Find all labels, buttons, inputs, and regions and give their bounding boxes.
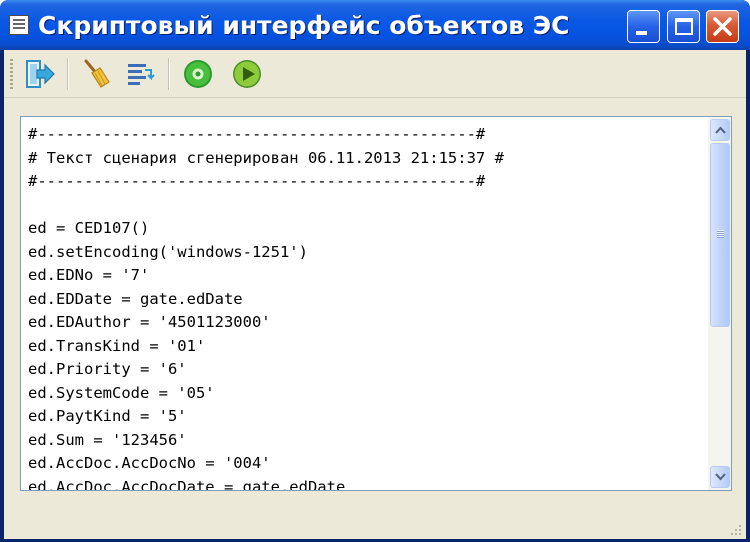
scrollbar-thumb[interactable] — [710, 143, 730, 327]
toolbar-separator — [168, 58, 169, 90]
play-icon — [233, 60, 261, 88]
code-line: ed = CED107() — [28, 219, 150, 237]
status-bar — [4, 515, 746, 539]
toolbar-separator — [67, 58, 68, 90]
minimize-button[interactable] — [627, 10, 660, 43]
code-line: ed.Priority = '6' — [28, 360, 187, 378]
vertical-scrollbar[interactable] — [707, 117, 731, 490]
toolbar-grip[interactable] — [10, 59, 13, 89]
code-line: ed.EDDate = gate.edDate — [28, 289, 243, 308]
window-title: Скриптовый интерфейс объектов ЭС — [38, 11, 570, 40]
format-lines-icon — [128, 64, 155, 85]
script-editor[interactable]: #---------------------------------------… — [20, 116, 732, 491]
thumb-grip-icon — [717, 230, 724, 238]
maximize-button[interactable] — [667, 10, 700, 43]
code-line: ed.AccDoc.AccDocNo = '004' — [28, 454, 271, 472]
code-line: ed.TransKind = '01' — [28, 336, 206, 355]
scroll-down-button[interactable] — [710, 466, 730, 488]
run-button[interactable] — [231, 58, 263, 90]
code-line: ed.SystemCode = '05' — [28, 383, 215, 402]
code-line: # Текст сценария сгенерирован 06.11.2013… — [28, 148, 504, 167]
clear-button[interactable] — [80, 58, 112, 90]
close-button[interactable] — [706, 10, 739, 43]
code-line: #---------------------------------------… — [28, 125, 486, 143]
code-line: ed.AccDoc.AccDocDate = gate.edDate — [28, 477, 346, 491]
resize-grip-icon[interactable] — [730, 524, 742, 536]
toolbar — [4, 50, 746, 98]
record-button[interactable] — [182, 58, 214, 90]
code-line: ed.EDNo = '7' — [28, 266, 150, 284]
close-icon — [713, 17, 732, 36]
code-line: ed.EDAuthor = '4501123000' — [28, 313, 271, 331]
app-icon[interactable] — [9, 15, 29, 35]
chevron-down-icon — [715, 473, 726, 481]
script-text[interactable]: #---------------------------------------… — [28, 123, 708, 490]
client-area: #---------------------------------------… — [4, 50, 746, 539]
chevron-up-icon — [715, 126, 726, 134]
code-line: ed.setEncoding('windows-1251') — [28, 242, 308, 261]
code-line: #---------------------------------------… — [28, 172, 486, 190]
main-window: Скриптовый интерфейс объектов ЭС #------… — [0, 0, 750, 542]
code-line: ed.PaytKind = '5' — [28, 407, 187, 425]
title-bar[interactable]: Скриптовый интерфейс объектов ЭС — [0, 0, 750, 50]
code-line: ed.Sum = '123456' — [28, 430, 187, 449]
exit-icon — [26, 60, 55, 88]
maximize-icon — [675, 18, 693, 35]
scroll-up-button[interactable] — [710, 119, 730, 141]
exit-button[interactable] — [24, 58, 56, 90]
record-icon — [184, 60, 212, 88]
broom-icon — [84, 59, 110, 88]
format-button[interactable] — [124, 58, 156, 90]
minimize-icon — [636, 31, 647, 35]
